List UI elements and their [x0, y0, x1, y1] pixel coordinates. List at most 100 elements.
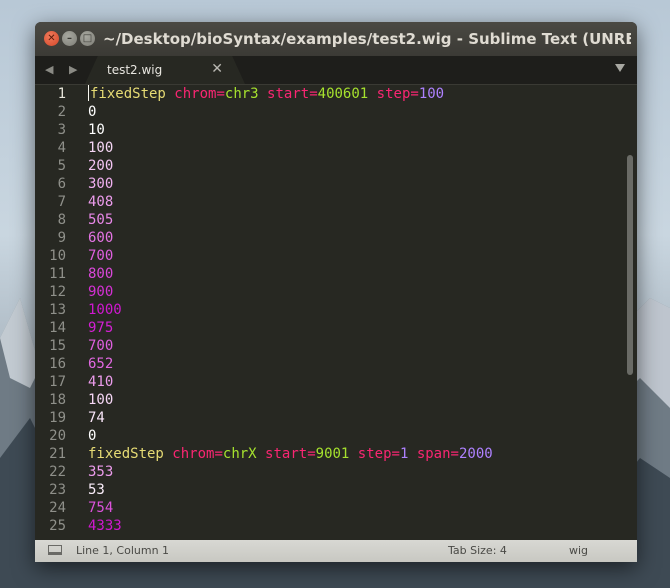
- code-line[interactable]: 100: [88, 139, 623, 157]
- code-token: 9001: [315, 446, 350, 462]
- code-token: 408: [88, 194, 114, 210]
- code-token: 652: [88, 356, 114, 372]
- line-number: 2: [57, 104, 66, 120]
- code-line[interactable]: 53: [88, 481, 623, 499]
- code-line[interactable]: 200: [88, 157, 623, 175]
- line-number: 22: [49, 464, 66, 480]
- tab-test2-wig[interactable]: test2.wig ✕: [85, 56, 245, 84]
- code-line[interactable]: 754: [88, 499, 623, 517]
- minimize-icon: –: [67, 32, 72, 44]
- code-view[interactable]: fixedStep chrom=chr3 start=400601 step=1…: [88, 85, 623, 540]
- code-token: start: [267, 86, 310, 102]
- tab-nav-arrows-icon[interactable]: ◀ ▶: [45, 63, 83, 76]
- code-token: fixedStep: [90, 86, 166, 102]
- line-number: 16: [49, 356, 66, 372]
- code-token: 0: [88, 104, 97, 120]
- code-token: 53: [88, 482, 105, 498]
- window-title: ~/Desktop/bioSyntax/examples/test2.wig -…: [103, 30, 631, 48]
- code-line[interactable]: fixedStep chrom=chrX start=9001 step=1 s…: [88, 445, 623, 463]
- code-token: =: [391, 446, 400, 462]
- code-token: 700: [88, 338, 114, 354]
- code-line[interactable]: 652: [88, 355, 623, 373]
- tab-dropdown-icon[interactable]: [615, 64, 625, 72]
- code-token: 353: [88, 464, 114, 480]
- syntax-selector[interactable]: wig: [569, 544, 588, 557]
- code-token: 100: [418, 86, 445, 102]
- code-line[interactable]: fixedStep chrom=chr3 start=400601 step=1…: [88, 85, 623, 103]
- line-number: 11: [49, 266, 66, 282]
- tab-close-icon[interactable]: ✕: [211, 61, 223, 77]
- title-bar[interactable]: ✕ – □ ~/Desktop/bioSyntax/examples/test2…: [35, 22, 637, 56]
- code-token: chrom: [174, 86, 217, 102]
- code-line[interactable]: 4333: [88, 517, 623, 535]
- line-number: 17: [49, 374, 66, 390]
- code-line[interactable]: 600: [88, 229, 623, 247]
- code-line[interactable]: 900: [88, 283, 623, 301]
- close-window-button[interactable]: ✕: [44, 31, 59, 46]
- code-token: chrom: [172, 446, 215, 462]
- panel-toggle-icon[interactable]: [48, 545, 62, 555]
- code-line[interactable]: 0: [88, 103, 623, 121]
- code-token: 10: [88, 122, 105, 138]
- vertical-scrollbar[interactable]: [627, 155, 633, 375]
- line-number: 6: [57, 176, 66, 192]
- maximize-icon: □: [82, 32, 93, 44]
- maximize-window-button[interactable]: □: [80, 31, 95, 46]
- code-token: 600: [88, 230, 114, 246]
- code-token: step: [357, 446, 392, 462]
- line-number: 23: [49, 482, 66, 498]
- code-line[interactable]: 1000: [88, 301, 623, 319]
- code-token: chrX: [222, 446, 257, 462]
- code-token: fixedStep: [88, 446, 164, 462]
- code-line[interactable]: 353: [88, 463, 623, 481]
- code-token: 754: [88, 500, 114, 516]
- code-token: 300: [88, 176, 114, 192]
- status-bar: Line 1, Column 1 Tab Size: 4 wig: [35, 540, 637, 562]
- code-token: =: [307, 446, 316, 462]
- close-icon: ✕: [47, 32, 56, 44]
- code-line[interactable]: 410: [88, 373, 623, 391]
- editor-area[interactable]: 1 2 3 4 5 6 7 8 9 10 11 12 13 14 15 16 17 18 19 20 21 22 23 24 2…: [35, 85, 637, 540]
- code-token: =: [410, 86, 419, 102]
- line-number: 24: [49, 500, 66, 516]
- tab-bar: ◀ ▶ test2.wig ✕: [35, 56, 637, 85]
- tab-size-selector[interactable]: Tab Size: 4: [448, 544, 507, 557]
- code-line[interactable]: 408: [88, 193, 623, 211]
- code-token: 700: [88, 248, 114, 264]
- code-token: =: [309, 86, 318, 102]
- line-number: 1: [57, 86, 66, 102]
- code-token: chr3: [224, 86, 259, 102]
- code-token: 900: [88, 284, 114, 300]
- code-line[interactable]: 300: [88, 175, 623, 193]
- line-number: 20: [49, 428, 66, 444]
- line-number: 5: [57, 158, 66, 174]
- code-line[interactable]: 10: [88, 121, 623, 139]
- line-number: 19: [49, 410, 66, 426]
- code-line[interactable]: 505: [88, 211, 623, 229]
- code-token: 4333: [88, 518, 122, 534]
- line-number: 3: [57, 122, 66, 138]
- code-line[interactable]: 74: [88, 409, 623, 427]
- code-token: 505: [88, 212, 114, 228]
- code-line[interactable]: 100: [88, 391, 623, 409]
- code-token: step: [376, 86, 411, 102]
- line-number: 4: [57, 140, 66, 156]
- code-line[interactable]: 700: [88, 337, 623, 355]
- code-line[interactable]: 800: [88, 265, 623, 283]
- code-token: 100: [88, 140, 114, 156]
- cursor-position: Line 1, Column 1: [76, 544, 170, 557]
- code-line[interactable]: 700: [88, 247, 623, 265]
- line-number: 25: [49, 518, 66, 534]
- minimize-window-button[interactable]: –: [62, 31, 77, 46]
- code-line[interactable]: 975: [88, 319, 623, 337]
- line-number-gutter: 1 2 3 4 5 6 7 8 9 10 11 12 13 14 15 16 17 18 19 20 21 22 23 24 2…: [35, 85, 79, 540]
- code-line[interactable]: 0: [88, 427, 623, 445]
- line-number: 13: [49, 302, 66, 318]
- code-token: 74: [88, 410, 105, 426]
- code-token: 2000: [458, 446, 493, 462]
